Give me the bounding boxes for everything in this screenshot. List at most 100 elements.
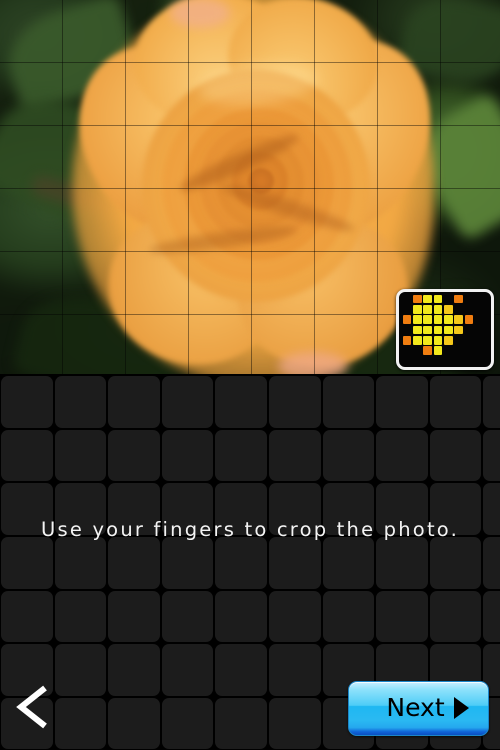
background-tile bbox=[483, 536, 500, 589]
background-tile bbox=[54, 644, 107, 696]
mosaic-cell bbox=[475, 346, 484, 355]
mosaic-cell bbox=[413, 315, 422, 325]
mosaic-cell bbox=[475, 326, 484, 335]
mosaic-cell bbox=[413, 346, 422, 355]
background-tile bbox=[108, 644, 160, 696]
background-tile bbox=[161, 697, 214, 750]
background-tile bbox=[483, 429, 500, 482]
photo-crop-area[interactable] bbox=[0, 0, 500, 374]
mosaic-cell bbox=[423, 336, 433, 345]
next-button-label: Next bbox=[386, 693, 445, 722]
back-button[interactable] bbox=[8, 678, 60, 736]
background-tile bbox=[54, 536, 107, 589]
mosaic-cell bbox=[464, 315, 474, 325]
rose-bloom bbox=[49, 0, 460, 374]
background-tile bbox=[1, 536, 53, 589]
background-tile bbox=[429, 376, 482, 428]
background-tile bbox=[322, 536, 375, 589]
mosaic-cell bbox=[444, 325, 453, 335]
background-tile bbox=[322, 376, 375, 428]
mosaic-cell bbox=[475, 315, 484, 324]
background-tile bbox=[215, 590, 267, 643]
background-tile bbox=[483, 376, 500, 428]
mosaic-cell bbox=[444, 336, 453, 345]
mosaic-cell bbox=[444, 295, 453, 304]
background-tile bbox=[161, 644, 214, 696]
crop-instruction: Use your fingers to crop the photo. bbox=[41, 518, 459, 541]
mosaic-cell bbox=[403, 326, 412, 335]
mosaic-cell bbox=[413, 294, 422, 304]
background-tile bbox=[268, 429, 321, 482]
mosaic-cell bbox=[465, 336, 474, 345]
mosaic-cell bbox=[475, 295, 484, 304]
mosaic-cell bbox=[402, 336, 412, 345]
mosaic-cell bbox=[433, 336, 443, 345]
background-tile bbox=[268, 536, 321, 589]
background-tile bbox=[54, 376, 107, 428]
mosaic-cell bbox=[475, 305, 484, 314]
background-tile bbox=[215, 644, 267, 696]
mosaic-cell bbox=[433, 315, 443, 325]
mosaic-preview-grid bbox=[402, 294, 484, 356]
mosaic-cell bbox=[465, 326, 474, 335]
mosaic-cell bbox=[433, 346, 443, 355]
background-tile bbox=[1, 590, 53, 643]
background-tile bbox=[429, 429, 482, 482]
mosaic-cell bbox=[475, 336, 484, 345]
mosaic-cell bbox=[423, 325, 433, 335]
background-tile bbox=[1, 429, 53, 482]
mosaic-cell bbox=[403, 305, 412, 314]
mosaic-cell bbox=[423, 346, 433, 355]
background-tile bbox=[108, 536, 160, 589]
mosaic-cell bbox=[402, 315, 412, 325]
mosaic-cell bbox=[413, 325, 422, 335]
photo-crop-screen: Use your fingers to crop the photo. Next bbox=[0, 0, 500, 750]
mosaic-cell bbox=[465, 346, 474, 355]
background-tile bbox=[108, 429, 160, 482]
play-triangle-right-icon bbox=[453, 697, 469, 719]
chevron-left-icon bbox=[16, 685, 47, 729]
background-tile bbox=[108, 590, 160, 643]
mosaic-cell bbox=[454, 305, 463, 314]
background-tile bbox=[376, 376, 428, 428]
mosaic-cell bbox=[454, 325, 463, 335]
mosaic-cell bbox=[454, 346, 463, 355]
mosaic-cell bbox=[433, 294, 443, 304]
background-tile bbox=[429, 590, 482, 643]
background-tile bbox=[376, 590, 428, 643]
background-tile bbox=[161, 536, 214, 589]
mosaic-cell bbox=[413, 305, 422, 314]
background-tile bbox=[322, 590, 375, 643]
mosaic-cell bbox=[454, 336, 463, 345]
mosaic-cell bbox=[454, 294, 463, 304]
background-tile bbox=[161, 429, 214, 482]
background-tile bbox=[322, 429, 375, 482]
next-button[interactable]: Next bbox=[348, 681, 489, 736]
mosaic-cell bbox=[403, 295, 412, 304]
background-tile bbox=[1, 376, 53, 428]
background-tile bbox=[161, 376, 214, 428]
mosaic-cell bbox=[433, 325, 443, 335]
mosaic-cell bbox=[465, 295, 474, 304]
mosaic-cell bbox=[454, 315, 463, 325]
mosaic-cell bbox=[423, 315, 433, 325]
mosaic-cell bbox=[403, 346, 412, 355]
mosaic-cell bbox=[444, 305, 453, 314]
mosaic-cell bbox=[444, 346, 453, 355]
background-tile bbox=[54, 697, 107, 750]
background-tile bbox=[54, 590, 107, 643]
background-tile bbox=[268, 644, 321, 696]
mosaic-cell bbox=[444, 315, 453, 325]
background-tile bbox=[268, 590, 321, 643]
rose-petal-tip bbox=[278, 352, 348, 374]
background-tile bbox=[268, 697, 321, 750]
mosaic-cell bbox=[465, 305, 474, 314]
background-tile bbox=[215, 429, 267, 482]
background-tile bbox=[268, 376, 321, 428]
mosaic-cell bbox=[433, 305, 443, 314]
background-tile bbox=[215, 376, 267, 428]
background-tile bbox=[215, 697, 267, 750]
background-tile bbox=[376, 429, 428, 482]
mosaic-cell bbox=[423, 305, 433, 314]
mosaic-preview[interactable] bbox=[396, 289, 494, 370]
